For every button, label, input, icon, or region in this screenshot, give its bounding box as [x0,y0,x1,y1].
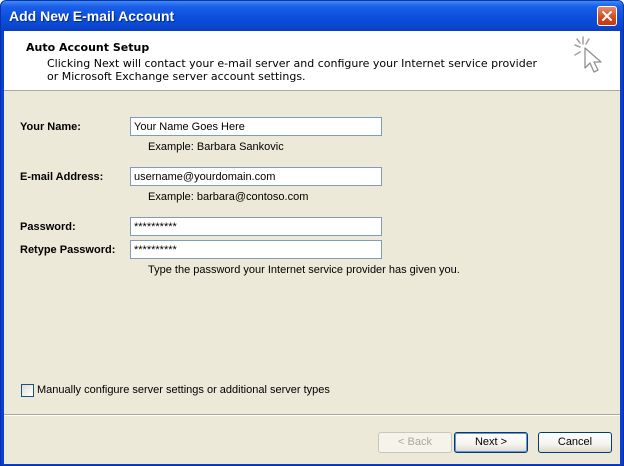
footer-divider-highlight [4,415,620,416]
password-field[interactable] [130,217,382,236]
cancel-button[interactable]: Cancel [538,432,612,453]
password-label: Password: [20,221,76,233]
email-field[interactable] [130,167,382,186]
dialog-window: Add New E-mail Account Auto Account Setu… [0,0,624,466]
close-button[interactable] [597,6,617,26]
password-hint: Type the password your Internet service … [148,264,460,276]
next-button[interactable]: Next > [454,432,528,453]
wizard-cursor-icon [574,36,602,73]
name-field[interactable] [130,117,382,136]
email-label: E-mail Address: [20,171,104,183]
section-description: Clicking Next will contact your e-mail s… [47,57,538,83]
retype-password-field[interactable] [130,240,382,259]
dialog-body: Auto Account Setup Clicking Next will co… [4,31,620,464]
manual-config-checkbox[interactable] [21,384,34,397]
name-label: Your Name: [20,121,81,133]
name-hint: Example: Barbara Sankovic [148,141,284,153]
section-title: Auto Account Setup [26,41,150,54]
email-hint: Example: barbara@contoso.com [148,191,309,203]
close-icon [602,11,612,21]
window-title: Add New E-mail Account [9,8,175,24]
title-bar[interactable]: Add New E-mail Account [1,1,623,31]
manual-config-label[interactable]: Manually configure server settings or ad… [37,384,330,396]
wizard-header: Auto Account Setup Clicking Next will co… [4,31,620,91]
back-button[interactable]: < Back [378,432,452,453]
retype-password-label: Retype Password: [20,244,116,256]
